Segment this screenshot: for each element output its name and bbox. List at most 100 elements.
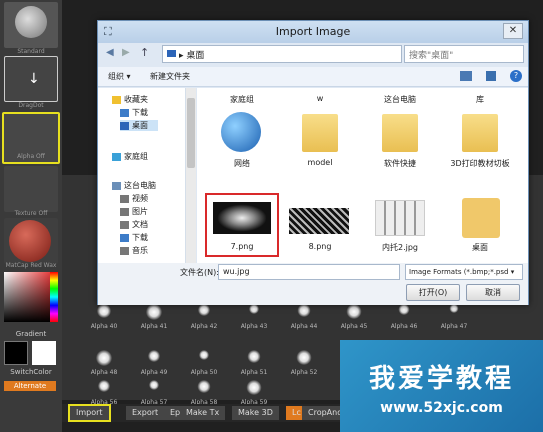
nav-pictures[interactable]: 图片	[120, 206, 148, 217]
alpha-item[interactable]: Alpha 52	[284, 342, 324, 376]
pictures-folder-icon	[120, 207, 129, 216]
nav-scrollbar[interactable]	[186, 88, 196, 263]
gradient-label: Gradient	[15, 330, 47, 338]
preview-pane-icon[interactable]	[486, 71, 496, 81]
file-item-w[interactable]: w	[285, 88, 355, 108]
secondary-color-swatch[interactable]	[32, 341, 56, 365]
file-item-model[interactable]: model	[285, 110, 355, 174]
alternate-button[interactable]: Alternate	[4, 381, 56, 391]
new-folder-button[interactable]: 新建文件夹	[150, 71, 190, 82]
documents-folder-icon	[120, 220, 129, 229]
help-icon[interactable]: ?	[510, 70, 522, 82]
nav-music[interactable]: 音乐	[120, 245, 148, 256]
stroke-dragdot-tile[interactable]: ↓	[4, 56, 58, 102]
alpha-label: Alpha 41	[140, 323, 168, 330]
alpha-preview-icon	[149, 380, 159, 390]
nav-homegroup[interactable]: 家庭组	[112, 151, 148, 162]
make-texture-button[interactable]: Make Tx	[180, 406, 226, 420]
alpha-item[interactable]: Alpha 56	[84, 372, 124, 406]
alpha-preview-icon	[449, 304, 459, 313]
file-item-shortcuts[interactable]: 软件快捷	[365, 110, 435, 174]
computer-icon	[112, 181, 121, 190]
watermark-url: www.52xjc.com	[380, 400, 503, 416]
left-tool-panel: Standard ↓ DragDot Alpha Off Texture Off…	[0, 0, 62, 432]
dialog-titlebar[interactable]: ⛶ Import Image ✕	[98, 21, 528, 43]
alpha-item[interactable]: Alpha 51	[234, 342, 274, 376]
nav-videos[interactable]: 视频	[120, 193, 148, 204]
switchcolor-label[interactable]: SwitchColor	[0, 368, 62, 376]
up-arrow-icon[interactable]: ↑	[140, 46, 149, 59]
alpha-label: Alpha 45	[340, 323, 368, 330]
file-item-library[interactable]: 库	[445, 88, 515, 108]
alpha-item[interactable]: Alpha 48	[84, 342, 124, 376]
desktop-icon	[167, 50, 176, 57]
address-separator: ▸	[179, 51, 184, 61]
image-thumbnail	[289, 208, 349, 234]
alpha-preview-icon	[296, 350, 312, 365]
view-icon[interactable]	[460, 71, 472, 81]
organize-menu[interactable]: 组织 ▾	[108, 71, 131, 82]
import-button[interactable]: Import	[68, 404, 111, 422]
brush-sphere-icon	[15, 6, 47, 38]
tile-label: Alpha Off	[17, 153, 45, 160]
alpha-preview-icon	[98, 380, 110, 392]
brush-standard-tile[interactable]	[4, 2, 58, 48]
alpha-item[interactable]: Alpha 58	[184, 372, 224, 406]
nav-documents[interactable]: 文档	[120, 219, 148, 230]
file-item-3d-print[interactable]: 3D打印教材切板	[445, 110, 515, 174]
nav-downloads-pc[interactable]: 下载	[120, 232, 148, 243]
address-text: 桌面	[186, 51, 205, 61]
file-list: 家庭组 w 这台电脑 库 网络 model 软件快捷 3D打印教材切板 7.pn…	[197, 88, 528, 263]
file-type-select[interactable]: Image Formats (*.bmp;*.psd ▾	[405, 264, 523, 280]
nav-favorites[interactable]: 收藏夹	[112, 94, 148, 105]
tile-label: Texture Off	[14, 210, 48, 217]
alpha-preview-icon	[297, 304, 311, 317]
file-item-homegroup[interactable]: 家庭组	[207, 88, 277, 108]
dialog-toolbar: 组织 ▾ 新建文件夹 ?	[98, 67, 528, 87]
alpha-preview-icon	[247, 350, 261, 363]
file-item-8-png[interactable]: 8.png	[285, 196, 355, 260]
export-button[interactable]: Export	[126, 406, 165, 420]
nav-downloads[interactable]: 下载	[120, 107, 148, 118]
back-icon[interactable]: ◀	[106, 47, 114, 58]
cancel-button[interactable]: 取消	[466, 284, 520, 301]
alpha-label: Alpha 44	[290, 323, 318, 330]
nav-desktop[interactable]: 桌面	[120, 120, 158, 131]
close-button[interactable]: ✕	[503, 23, 523, 39]
address-bar-row: ◀ ▶ ↑ ▸ 桌面 搜索"桌面"	[104, 45, 524, 63]
alpha-item[interactable]: Alpha 57	[134, 372, 174, 406]
alpha-preview-icon	[146, 304, 162, 320]
alpha-preview-icon	[97, 304, 111, 318]
color-picker[interactable]	[4, 272, 58, 322]
folder-icon	[462, 114, 498, 152]
file-item-neituo2-jpg[interactable]: 内托2.jpg	[365, 196, 435, 260]
open-button[interactable]: 打开(O)	[406, 284, 460, 301]
watermark-title: 我爱学教程	[368, 364, 514, 394]
alpha-preview-icon	[346, 304, 362, 319]
tile-label: DragDot	[18, 102, 44, 109]
filename-input[interactable]: wu.jpg	[218, 264, 400, 280]
tile-label: MatCap Red Wax	[5, 262, 57, 269]
forward-icon[interactable]: ▶	[122, 47, 130, 58]
alpha-item[interactable]: Alpha 49	[134, 342, 174, 376]
alpha-item[interactable]: Alpha 50	[184, 342, 224, 376]
address-input[interactable]: ▸ 桌面	[162, 45, 402, 63]
file-item-desktop[interactable]: 桌面	[445, 196, 515, 260]
nav-this-pc[interactable]: 这台电脑	[112, 180, 156, 191]
primary-color-swatch[interactable]	[4, 341, 28, 365]
hue-strip[interactable]	[50, 272, 58, 322]
make-3d-button[interactable]: Make 3D	[232, 406, 279, 420]
alpha-label: Alpha 46	[390, 323, 418, 330]
scroll-thumb[interactable]	[187, 98, 195, 168]
alpha-item[interactable]: Alpha 59	[234, 372, 274, 406]
file-item-network[interactable]: 网络	[207, 110, 277, 174]
folder-icon	[462, 198, 500, 238]
alpha-preview-icon	[199, 350, 209, 360]
search-input[interactable]: 搜索"桌面"	[404, 45, 524, 63]
dialog-title: Import Image	[275, 25, 351, 38]
file-item-this-pc[interactable]: 这台电脑	[365, 88, 435, 108]
material-tile[interactable]	[4, 218, 58, 264]
selection-highlight	[205, 193, 279, 257]
texture-off-tile[interactable]	[4, 166, 58, 212]
matcap-sphere-icon	[9, 220, 51, 262]
